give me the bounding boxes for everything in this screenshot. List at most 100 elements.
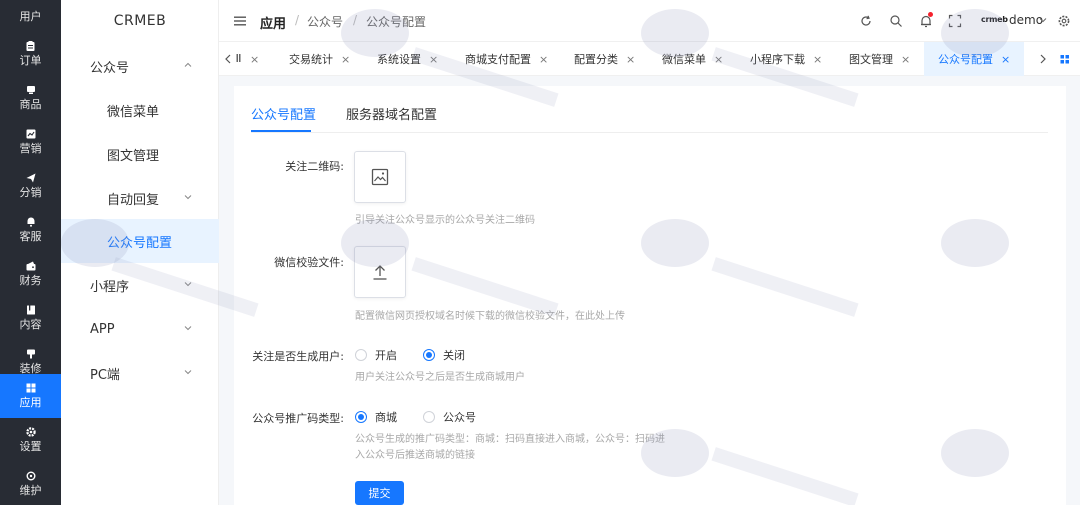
chevron-down-icon: [184, 370, 192, 375]
tab-close-icon[interactable]: ×: [429, 53, 438, 66]
gear-icon[interactable]: [1057, 14, 1071, 28]
submit-button[interactable]: 提交: [355, 481, 404, 505]
breadcrumb-item[interactable]: 公众号: [307, 13, 343, 30]
tab-mini-program-download[interactable]: 小程序下载 ×: [750, 42, 822, 76]
top-header: 应用 / 公众号 / 公众号配置 crmeb demo: [219, 0, 1080, 42]
chevron-up-icon: [184, 62, 192, 67]
tab-label: 公众号配置: [938, 53, 993, 66]
order-icon: [26, 41, 36, 51]
tab-label: 图文管理: [849, 53, 893, 66]
rail-item-maintenance[interactable]: 维护: [0, 462, 61, 505]
radio-label: 商城: [375, 411, 397, 424]
tab-config-category[interactable]: 配置分类 ×: [574, 42, 635, 76]
tab-article-management[interactable]: 图文管理 ×: [849, 42, 910, 76]
tab-close-icon[interactable]: ×: [901, 53, 910, 66]
tab-trade-stats[interactable]: 交易统计 ×: [289, 42, 350, 76]
rail-item-label: 维护: [19, 484, 42, 497]
menu-label: PC端: [90, 367, 120, 383]
tab-close-icon[interactable]: ×: [341, 53, 350, 66]
subscribe-on-radio[interactable]: 开启: [355, 347, 397, 363]
tab-close-icon[interactable]: ×: [813, 53, 822, 66]
verify-file-help: 配置微信网页授权域名时候下载的微信校验文件，在此处上传: [355, 311, 625, 322]
chevron-down-icon[interactable]: [1038, 15, 1048, 25]
radio-dot-selected: [423, 349, 435, 361]
tab-wechat-menu[interactable]: 微信菜单 ×: [662, 42, 723, 76]
brand-title: CRMEB: [113, 13, 167, 29]
chevron-down-icon: [184, 282, 192, 287]
subscribe-off-radio[interactable]: 关闭: [423, 347, 465, 363]
promo-code-help-line-2: 入公众号后推送商城的链接: [355, 450, 475, 461]
distribution-icon: [26, 173, 36, 183]
tabs-bar: × 交易统计 × 系统设置 × 商城支付配置 × 配置分类 × 微信菜单 × 小…: [219, 42, 1080, 76]
qrcode-label: 关注二维码:: [285, 160, 344, 173]
tab-label: 系统设置: [377, 53, 421, 66]
tab-label: 交易统计: [289, 53, 333, 66]
radio-label: 关闭: [443, 349, 465, 362]
menu-item-auto-reply[interactable]: 自动回复: [61, 176, 219, 220]
refresh-icon[interactable]: [859, 14, 873, 28]
tab-server-domain-settings[interactable]: 服务器域名配置: [346, 104, 437, 123]
fullscreen-icon[interactable]: [948, 14, 962, 28]
promo-type-mall-radio[interactable]: 商城: [355, 409, 397, 425]
tab-official-account-config[interactable]: 公众号配置 ×: [924, 42, 1025, 76]
radio-label: 公众号: [443, 411, 476, 424]
subscribe-user-help: 用户关注公众号之后是否生成商城用户: [355, 372, 525, 383]
rail-item-label: 分销: [19, 186, 42, 199]
tab-official-account-settings[interactable]: 公众号配置: [251, 104, 316, 123]
breadcrumb-item[interactable]: 应用: [260, 13, 286, 32]
tabs-scroll-right-icon[interactable]: [1037, 52, 1049, 66]
secondary-nav-panel: CRMEB 公众号 微信菜单 图文管理 自动回复 公众号配置 小程序 APP P…: [61, 0, 219, 505]
menu-item-wechat-menu[interactable]: 微信菜单: [61, 88, 219, 132]
rail-item-label: 商品: [19, 98, 42, 111]
partial-tab-icon: [236, 53, 242, 66]
breadcrumb-separator: /: [295, 13, 300, 27]
radio-label: 开启: [375, 349, 397, 362]
grid-menu-icon[interactable]: [1059, 52, 1071, 66]
chevron-down-icon: [184, 326, 192, 331]
menu-group-app[interactable]: APP: [61, 307, 219, 351]
qrcode-upload[interactable]: [354, 151, 406, 203]
user-logo: crmeb: [981, 15, 1008, 24]
rail-item-order[interactable]: 订单: [0, 32, 61, 76]
menu-group-official-account[interactable]: 公众号: [61, 44, 219, 88]
chevron-down-icon: [184, 195, 192, 200]
tab-close-icon[interactable]: ×: [539, 53, 548, 66]
tabs-scroll-left-icon[interactable]: [222, 52, 234, 66]
rail-item-user[interactable]: 用户: [0, 0, 61, 32]
tab-close-icon[interactable]: ×: [250, 53, 259, 66]
tab-close-icon[interactable]: ×: [1001, 53, 1010, 66]
promo-type-official-account-radio[interactable]: 公众号: [423, 409, 476, 425]
promo-code-type-label: 公众号推广码类型:: [252, 412, 344, 425]
menu-label: 小程序: [90, 279, 130, 295]
tab-close-icon[interactable]: ×: [626, 53, 635, 66]
radio-dot: [355, 349, 367, 361]
finance-icon: [26, 261, 36, 271]
menu-toggle-icon[interactable]: [233, 14, 247, 28]
verify-file-label: 微信校验文件:: [274, 256, 344, 269]
rail-item-service[interactable]: 客服: [0, 208, 61, 252]
tab-label: 配置分类: [574, 53, 618, 66]
subscribe-user-label: 关注是否生成用户:: [252, 350, 344, 363]
tab-hidden-partial[interactable]: ×: [236, 42, 259, 76]
tab-label: 商城支付配置: [465, 53, 531, 66]
menu-label: 微信菜单: [107, 104, 160, 120]
tab-system-settings[interactable]: 系统设置 ×: [377, 42, 438, 76]
primary-nav-rail: 用户 订单 商品 营销 分销 客服 财务 内容 装修 应用 设置 维护: [0, 0, 61, 505]
notification-dot: [928, 12, 933, 17]
tabs-divider: [251, 132, 1048, 133]
qrcode-help: 引导关注公众号显示的公众号关注二维码: [355, 215, 535, 226]
rail-item-label: 设置: [19, 440, 42, 453]
tab-payment-config[interactable]: 商城支付配置 ×: [465, 42, 548, 76]
verify-file-upload[interactable]: [354, 246, 406, 298]
content-icon: [26, 305, 36, 315]
rail-item-label: 应用: [19, 396, 42, 409]
breadcrumb-current: 公众号配置: [366, 15, 427, 29]
menu-label: 自动回复: [107, 192, 160, 208]
tab-close-icon[interactable]: ×: [714, 53, 723, 66]
radio-dot: [423, 411, 435, 423]
image-icon: [371, 168, 389, 186]
rail-item-content[interactable]: 内容: [0, 296, 61, 340]
tab-label: 小程序下载: [750, 53, 805, 66]
search-icon[interactable]: [889, 14, 903, 28]
rail-item-product[interactable]: 商品: [0, 76, 61, 120]
